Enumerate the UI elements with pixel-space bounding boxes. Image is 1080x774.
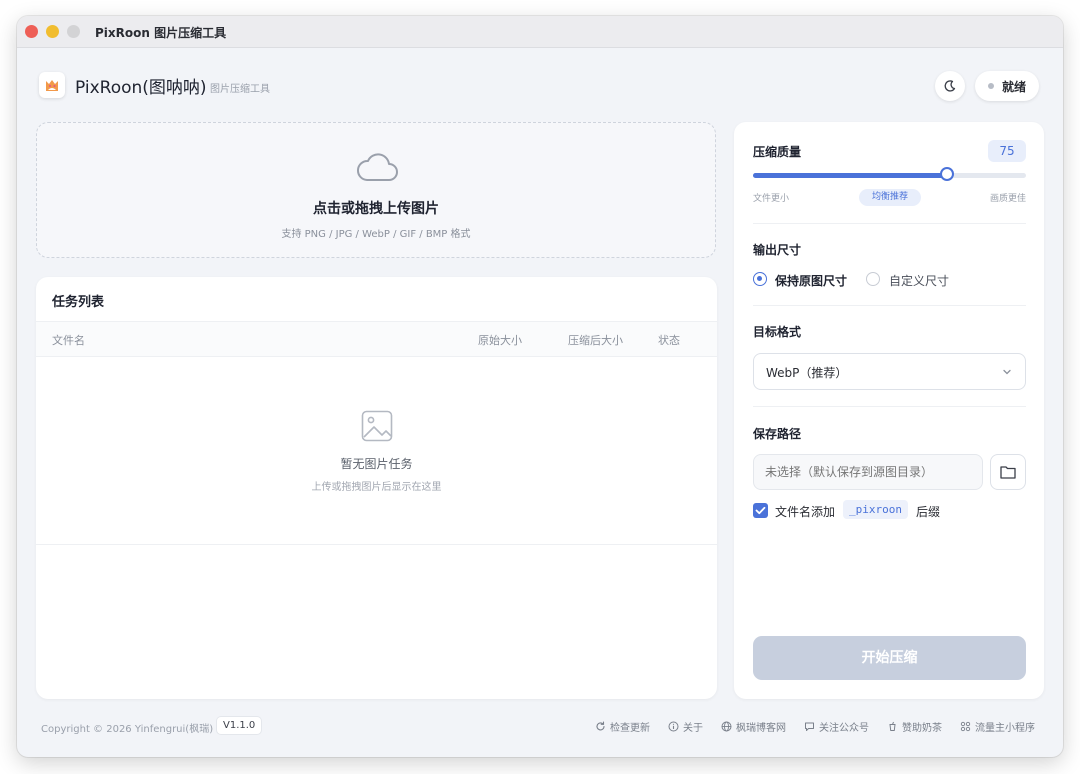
task-list-panel: 任务列表 文件名 原始大小 压缩后大小 状态 暂无图片任务 上传或拖拽图片后显示… [36, 277, 717, 699]
keep-size-radio[interactable] [753, 272, 767, 286]
title-bar: PixRoon 图片压缩工具 [17, 16, 1063, 48]
info-icon [668, 721, 679, 732]
sponsor-link[interactable]: 赞助奶茶 [887, 719, 942, 734]
task-list-title: 任务列表 [52, 295, 105, 310]
app-window: PixRoon 图片压缩工具 PixRoon(图呐呐) 图片压缩工具 就绪 点击… [17, 16, 1063, 757]
quality-slider-fill [753, 173, 947, 178]
mini-program-link[interactable]: 流量主小程序 [960, 719, 1035, 734]
follow-account-link[interactable]: 关注公众号 [804, 719, 869, 734]
blog-label: 枫瑞博客网 [736, 723, 786, 734]
checkmark-icon [755, 506, 766, 515]
custom-size-label[interactable]: 自定义尺寸 [889, 272, 949, 289]
quality-min-label: 文件更小 [753, 194, 790, 204]
column-filename: 文件名 [52, 334, 85, 347]
choose-folder-button[interactable] [990, 454, 1026, 490]
mini-program-label: 流量主小程序 [975, 723, 1035, 734]
window-title: PixRoon 图片压缩工具 [95, 26, 227, 40]
divider [753, 223, 1026, 224]
upload-dropzone[interactable]: 点击或拖拽上传图片 支持 PNG / JPG / WebP / GIF / BM… [36, 122, 716, 258]
quality-slider[interactable] [753, 167, 1026, 181]
output-size-title: 输出尺寸 [753, 243, 802, 257]
save-path-input[interactable] [753, 454, 983, 490]
zoom-window-button[interactable] [67, 25, 80, 38]
dropzone-title: 点击或拖拽上传图片 [313, 201, 439, 217]
suffix-checkbox[interactable] [753, 503, 768, 518]
settings-panel: 压缩质量 75 文件更小 均衡推荐 画质更佳 输出尺寸 保持原图尺寸 自定义尺寸… [734, 122, 1044, 699]
fox-logo-icon [46, 80, 58, 91]
status-badge: 就绪 [975, 71, 1039, 101]
suffix-code: _pixroon [843, 500, 908, 519]
check-update-label: 检查更新 [610, 723, 650, 734]
cup-icon [889, 721, 896, 731]
quality-slider-thumb[interactable] [939, 167, 954, 181]
keep-size-label[interactable]: 保持原图尺寸 [775, 272, 847, 289]
format-select-value: WebP（推荐） [766, 366, 848, 380]
status-text: 就绪 [1002, 80, 1027, 94]
empty-state-title: 暂无图片任务 [340, 457, 413, 471]
close-window-button[interactable] [25, 25, 38, 38]
version-badge: V1.1.0 [217, 717, 262, 734]
column-compressed-size: 压缩后大小 [568, 334, 623, 347]
column-original-size: 原始大小 [478, 334, 522, 347]
status-dot-icon [988, 83, 994, 89]
quality-max-label: 画质更佳 [989, 194, 1026, 204]
task-table-header: 文件名 原始大小 压缩后大小 状态 [36, 321, 717, 357]
blog-link[interactable]: 枫瑞博客网 [721, 719, 786, 734]
moon-icon [944, 80, 956, 92]
globe-icon [721, 721, 732, 732]
column-status: 状态 [658, 334, 680, 347]
target-format-title: 目标格式 [753, 325, 802, 339]
follow-account-label: 关注公众号 [819, 723, 869, 734]
minimize-window-button[interactable] [46, 25, 59, 38]
quality-recommended-label: 均衡推荐 [859, 189, 921, 206]
refresh-icon [596, 721, 605, 731]
dropzone-formats: 支持 PNG / JPG / WebP / GIF / BMP 格式 [281, 229, 471, 240]
app-name: PixRoon(图呐呐) [75, 78, 207, 98]
list-divider [36, 544, 717, 545]
chat-icon [805, 722, 814, 731]
folder-icon [1000, 466, 1016, 479]
format-select[interactable]: WebP（推荐） [753, 353, 1026, 390]
footer-links: 检查更新 关于 枫瑞博客网 关注公众号 赞助奶茶 流量主小程序 [595, 719, 1035, 734]
about-label: 关于 [683, 723, 703, 734]
empty-state-hint: 上传或拖拽图片后显示在这里 [311, 482, 442, 493]
save-path-title: 保存路径 [753, 427, 802, 441]
app-logo [39, 72, 65, 98]
custom-size-radio[interactable] [866, 272, 880, 286]
app-subtitle: 图片压缩工具 [210, 84, 270, 95]
sponsor-label: 赞助奶茶 [902, 723, 942, 734]
copyright-text: Copyright © 2026 Yinfengrui(枫瑞) [41, 724, 214, 735]
cloud-icon [357, 153, 398, 181]
image-placeholder-icon [361, 410, 393, 442]
chevron-down-icon [1003, 369, 1011, 375]
check-update-link[interactable]: 检查更新 [595, 719, 650, 734]
divider [753, 406, 1026, 407]
quality-title: 压缩质量 [753, 145, 802, 159]
suffix-label-suffix: 后缀 [916, 505, 941, 519]
suffix-label-prefix: 文件名添加 [775, 505, 836, 519]
about-link[interactable]: 关于 [668, 719, 703, 734]
divider [753, 305, 1026, 306]
grid-icon [960, 721, 971, 732]
start-compress-button[interactable]: 开始压缩 [753, 636, 1026, 680]
quality-value-badge: 75 [988, 140, 1026, 162]
theme-toggle-button[interactable] [935, 71, 965, 101]
